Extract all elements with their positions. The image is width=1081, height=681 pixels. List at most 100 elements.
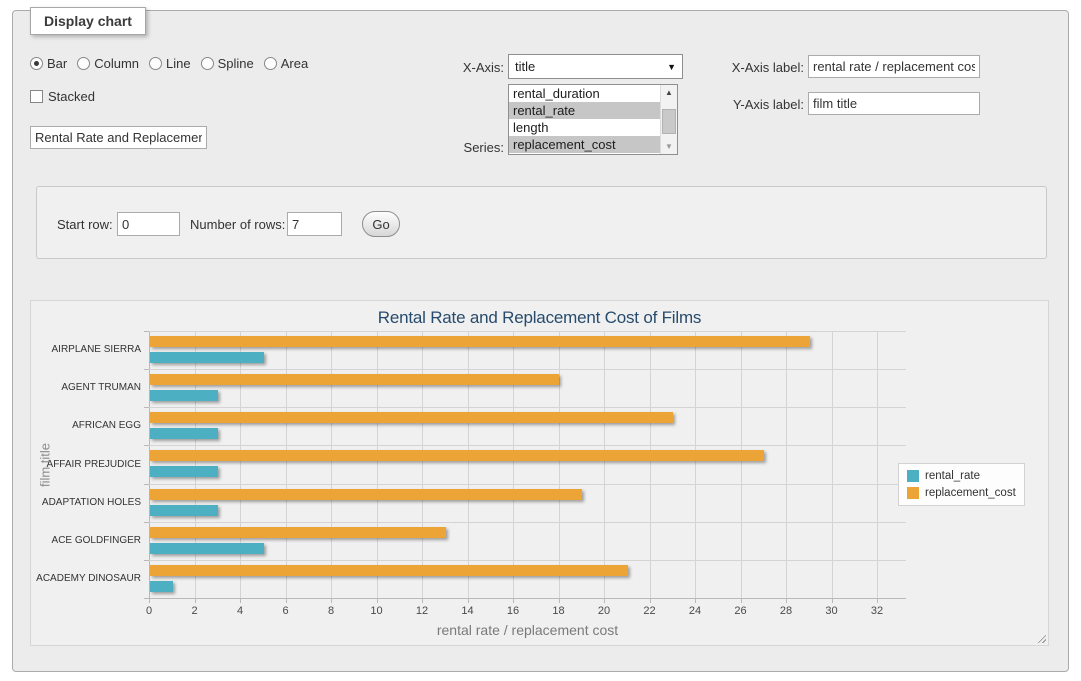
- gridline-x: [650, 331, 651, 598]
- gridline-x: [513, 331, 514, 598]
- legend-item-rental_rate[interactable]: rental_rate: [907, 470, 1016, 482]
- gridline-x: [559, 331, 560, 598]
- x-tick: [877, 598, 878, 603]
- gridline-y: [149, 598, 906, 599]
- x-tick: [286, 598, 287, 603]
- y-tick: [144, 560, 149, 561]
- x-tick: [195, 598, 196, 603]
- gridline-x: [741, 331, 742, 598]
- series-select-label: Series:: [434, 140, 504, 155]
- gridline-x: [331, 331, 332, 598]
- x-tick: [832, 598, 833, 603]
- y-axis-title: film title: [38, 442, 53, 486]
- radio-icon: [149, 57, 162, 70]
- bar-replacement_cost[interactable]: [150, 374, 559, 385]
- chart-title-input[interactable]: [30, 126, 207, 149]
- x-axis-title: rental rate / replacement cost: [149, 622, 906, 638]
- gridline-x: [286, 331, 287, 598]
- y-tick: [144, 331, 149, 332]
- x-tick: [377, 598, 378, 603]
- stacked-row: Stacked: [30, 89, 95, 104]
- chart-title: Rental Rate and Replacement Cost of Film…: [31, 308, 1048, 328]
- chart-type-line[interactable]: Line: [149, 56, 191, 71]
- y-axis-label-input[interactable]: [808, 92, 980, 115]
- y-axis-label-caption: Y-Axis label:: [704, 97, 804, 112]
- scroll-down-icon[interactable]: ▼: [661, 139, 677, 154]
- series-scrollbar[interactable]: ▲ ▼: [660, 85, 677, 154]
- x-axis-select-label: X-Axis:: [434, 60, 504, 75]
- x-tick: [604, 598, 605, 603]
- bar-rental_rate[interactable]: [150, 466, 218, 477]
- x-tick: [468, 598, 469, 603]
- scroll-up-icon[interactable]: ▲: [661, 85, 677, 100]
- bar-rental_rate[interactable]: [150, 543, 264, 554]
- series-option-rental_duration[interactable]: rental_duration: [509, 85, 661, 102]
- bar-rental_rate[interactable]: [150, 581, 173, 592]
- chart-container: Rental Rate and Replacement Cost of Film…: [30, 300, 1049, 646]
- stacked-checkbox[interactable]: [30, 90, 43, 103]
- legend-swatch-replacement_cost: [907, 487, 919, 499]
- chart-type-label: Bar: [47, 56, 67, 71]
- bar-rental_rate[interactable]: [150, 505, 218, 516]
- scrollbar-thumb[interactable]: [662, 109, 676, 134]
- series-options: rental_durationrental_ratelengthreplacem…: [509, 85, 677, 153]
- chart-plot-area: [149, 331, 906, 598]
- gridline-x: [468, 331, 469, 598]
- gridline-x: [877, 331, 878, 598]
- chart-type-bar[interactable]: Bar: [30, 56, 67, 71]
- gridline-y: [149, 369, 906, 370]
- series-option-rental_rate[interactable]: rental_rate: [509, 102, 661, 119]
- gridline-y: [149, 407, 906, 408]
- x-tick-label: 32: [860, 605, 894, 617]
- start-row-input[interactable]: [117, 212, 180, 236]
- bar-replacement_cost[interactable]: [150, 527, 446, 538]
- x-tick-label: 26: [724, 605, 758, 617]
- legend-label: rental_rate: [925, 470, 980, 482]
- chart-type-area[interactable]: Area: [264, 56, 308, 71]
- x-tick: [149, 598, 150, 603]
- x-tick-label: 2: [178, 605, 212, 617]
- x-tick-label: 12: [405, 605, 439, 617]
- legend-item-replacement_cost[interactable]: replacement_cost: [907, 487, 1016, 499]
- x-tick: [331, 598, 332, 603]
- x-tick-label: 20: [587, 605, 621, 617]
- x-tick: [650, 598, 651, 603]
- chart-type-label: Spline: [218, 56, 254, 71]
- series-multiselect[interactable]: rental_durationrental_ratelengthreplacem…: [508, 84, 678, 155]
- bar-rental_rate[interactable]: [150, 352, 264, 363]
- chart-legend: rental_rate replacement_cost: [898, 463, 1025, 506]
- gridline-y: [149, 484, 906, 485]
- chart-type-spline[interactable]: Spline: [201, 56, 254, 71]
- bar-replacement_cost[interactable]: [150, 412, 673, 423]
- stacked-label: Stacked: [48, 89, 95, 104]
- series-option-replacement_cost[interactable]: replacement_cost: [509, 136, 661, 153]
- x-tick: [513, 598, 514, 603]
- go-button[interactable]: Go: [362, 211, 400, 237]
- gridline-x: [786, 331, 787, 598]
- x-tick-label: 28: [769, 605, 803, 617]
- chart-type-column[interactable]: Column: [77, 56, 139, 71]
- x-axis-label-input[interactable]: [808, 55, 980, 78]
- resize-handle-icon[interactable]: [1035, 632, 1046, 643]
- gridline-y: [149, 445, 906, 446]
- bar-rental_rate[interactable]: [150, 390, 218, 401]
- chart-type-label: Column: [94, 56, 139, 71]
- bar-rental_rate[interactable]: [150, 428, 218, 439]
- chart-type-radio-group: Bar Column Line Spline Area: [30, 56, 308, 71]
- x-tick-label: 24: [678, 605, 712, 617]
- bar-replacement_cost[interactable]: [150, 450, 764, 461]
- x-tick-label: 10: [360, 605, 394, 617]
- radio-icon: [201, 57, 214, 70]
- radio-icon: [30, 57, 43, 70]
- bar-replacement_cost[interactable]: [150, 489, 582, 500]
- x-axis-select[interactable]: title ▼: [508, 54, 683, 79]
- y-tick: [144, 522, 149, 523]
- number-of-rows-input[interactable]: [287, 212, 342, 236]
- bar-replacement_cost[interactable]: [150, 336, 810, 347]
- series-option-length[interactable]: length: [509, 119, 661, 136]
- number-of-rows-label: Number of rows:: [190, 217, 285, 232]
- gridline-y: [149, 560, 906, 561]
- bar-replacement_cost[interactable]: [150, 565, 628, 576]
- y-tick: [144, 598, 149, 599]
- gridline-y: [149, 522, 906, 523]
